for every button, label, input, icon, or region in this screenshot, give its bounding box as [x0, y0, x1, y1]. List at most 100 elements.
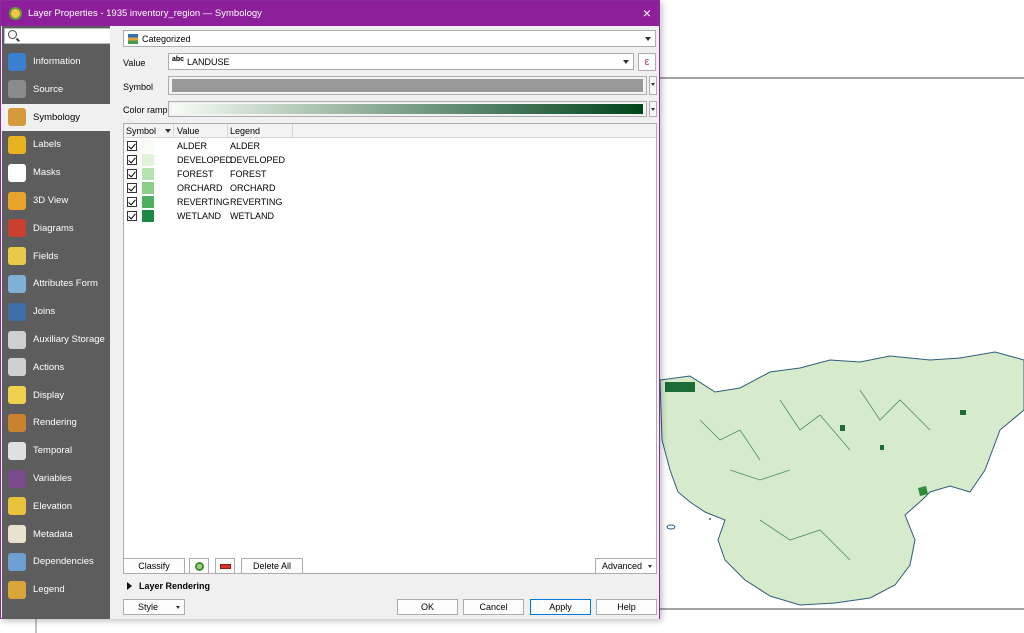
elevation-icon — [8, 497, 26, 516]
category-legend: DEVELOPED — [230, 155, 286, 165]
sidebar-item-label: 3D View — [33, 195, 69, 206]
sidebar-item-label: Attributes Form — [33, 278, 98, 290]
category-checkbox[interactable] — [127, 211, 137, 221]
sidebar-item-symbology[interactable]: Symbology — [2, 103, 110, 131]
category-checkbox[interactable] — [127, 169, 137, 179]
category-value: FOREST — [177, 169, 214, 179]
category-symbol-swatch[interactable] — [142, 140, 154, 152]
sidebar-item-display[interactable]: Display — [2, 382, 110, 409]
ok-button[interactable]: OK — [397, 599, 458, 615]
category-legend: REVERTING — [230, 197, 283, 207]
sidebar-item-label: Metadata — [33, 528, 73, 540]
category-symbol-swatch[interactable] — [142, 210, 154, 222]
header-symbol[interactable]: Symbol — [126, 126, 156, 136]
renderer-combo[interactable]: Categorized — [123, 30, 656, 47]
sidebar-item-label: Information — [33, 56, 81, 67]
table-row[interactable]: ALDER ALDER — [124, 139, 656, 153]
category-checkbox[interactable] — [127, 183, 137, 193]
color-ramp-button[interactable] — [168, 101, 647, 117]
metadata-icon — [8, 525, 26, 544]
sidebar-item-fields[interactable]: Fields — [2, 243, 110, 270]
sidebar-item-legend[interactable]: Legend — [2, 576, 110, 603]
color-ramp-dropdown[interactable] — [649, 101, 657, 117]
sidebar-item-actions[interactable]: Actions — [2, 354, 110, 381]
sidebar-item-rendering[interactable]: Rendering — [2, 409, 110, 436]
category-checkbox[interactable] — [127, 141, 137, 151]
table-row[interactable]: ORCHARD ORCHARD — [124, 181, 656, 195]
symbol-dropdown[interactable] — [649, 76, 657, 95]
expand-arrow-icon[interactable] — [127, 582, 132, 590]
window-title: Layer Properties - 1935 inventory_region… — [28, 8, 262, 19]
rendering-icon — [8, 413, 26, 432]
cancel-button[interactable]: Cancel — [463, 599, 524, 615]
category-symbol-swatch[interactable] — [142, 154, 154, 166]
sidebar-search-input[interactable] — [4, 28, 110, 44]
symbol-button[interactable] — [168, 76, 647, 95]
sidebar-item-masks[interactable]: Masks — [2, 159, 110, 186]
sidebar-item-label: Joins — [33, 306, 56, 318]
table-row[interactable]: FOREST FOREST — [124, 167, 656, 181]
attributes-form-icon — [8, 274, 26, 293]
value-field-combo[interactable]: abc LANDUSE — [168, 53, 634, 70]
sidebar-item-variables[interactable]: Variables — [2, 465, 110, 492]
category-checkbox[interactable] — [127, 197, 137, 207]
variables-icon — [8, 469, 26, 488]
sidebar-item-label: Fields — [33, 250, 59, 262]
header-legend[interactable]: Legend — [230, 126, 260, 136]
add-class-button[interactable] — [189, 558, 209, 574]
advanced-button[interactable]: Advanced — [595, 558, 657, 574]
sidebar-item-source[interactable]: Source — [2, 76, 110, 103]
renderer-label: Categorized — [142, 34, 191, 44]
sidebar-item-labels[interactable]: Labels — [2, 131, 110, 158]
value-label: Value — [123, 58, 146, 68]
sidebar-item-metadata[interactable]: Metadata — [2, 521, 110, 548]
classify-button[interactable]: Classify — [123, 558, 185, 574]
category-value: ORCHARD — [177, 183, 223, 193]
help-button[interactable]: Help — [596, 599, 657, 615]
symbology-icon — [8, 108, 26, 127]
apply-button[interactable]: Apply — [530, 599, 591, 615]
category-symbol-swatch[interactable] — [142, 196, 154, 208]
sidebar-item-attributes-form[interactable]: Attributes Form — [2, 270, 110, 297]
sidebar-item-joins[interactable]: Joins — [2, 298, 110, 325]
category-checkbox[interactable] — [127, 155, 137, 165]
sidebar-item-label: Diagrams — [33, 222, 74, 234]
dependencies-icon — [8, 552, 26, 571]
sidebar-item-elevation[interactable]: Elevation — [2, 493, 110, 520]
sidebar-item-information[interactable]: Information — [2, 48, 110, 75]
masks-icon — [8, 163, 26, 182]
sidebar-item-auxiliary-storage[interactable]: Auxiliary Storage — [2, 326, 110, 353]
sidebar-item-label: Temporal — [33, 445, 73, 457]
title-bar[interactable]: Layer Properties - 1935 inventory_region… — [1, 1, 659, 26]
qgis-icon — [9, 7, 22, 20]
delete-all-button[interactable]: Delete All — [241, 558, 303, 574]
style-label: Style — [138, 602, 159, 612]
header-value[interactable]: Value — [177, 126, 199, 136]
legend-icon — [8, 580, 26, 599]
sidebar-item-label: Legend — [33, 584, 65, 596]
table-row[interactable]: DEVELOPED DEVELOPED — [124, 153, 656, 167]
sidebar-item-diagrams[interactable]: Diagrams — [2, 215, 110, 242]
style-button[interactable]: Style — [123, 599, 185, 615]
table-row[interactable]: REVERTING REVERTING — [124, 195, 656, 209]
category-symbol-swatch[interactable] — [142, 182, 154, 194]
remove-class-button[interactable] — [215, 558, 235, 574]
abc-icon: abc — [172, 56, 185, 63]
display-icon — [8, 386, 26, 405]
sidebar-item-temporal[interactable]: Temporal — [2, 437, 110, 464]
sidebar-item-dependencies[interactable]: Dependencies — [2, 548, 110, 575]
sidebar-item-label: Labels — [33, 139, 61, 151]
symbol-swatch — [172, 79, 643, 92]
categories-table[interactable]: Symbol Value Legend ALDER ALDER DEVELOPED D… — [123, 123, 657, 574]
expression-button[interactable]: ε — [638, 53, 656, 71]
category-symbol-swatch[interactable] — [142, 168, 154, 180]
sort-down-icon — [165, 129, 171, 133]
layer-rendering-label[interactable]: Layer Rendering — [139, 581, 210, 591]
remove-icon — [220, 564, 231, 569]
table-row[interactable]: WETLAND WETLAND — [124, 209, 656, 223]
category-legend: WETLAND — [230, 211, 275, 221]
sidebar-item-3d-view[interactable]: 3D View — [2, 187, 110, 214]
close-icon[interactable]: × — [643, 5, 651, 21]
sidebar-item-label: Source — [33, 83, 64, 95]
3d-view-icon — [8, 191, 26, 210]
